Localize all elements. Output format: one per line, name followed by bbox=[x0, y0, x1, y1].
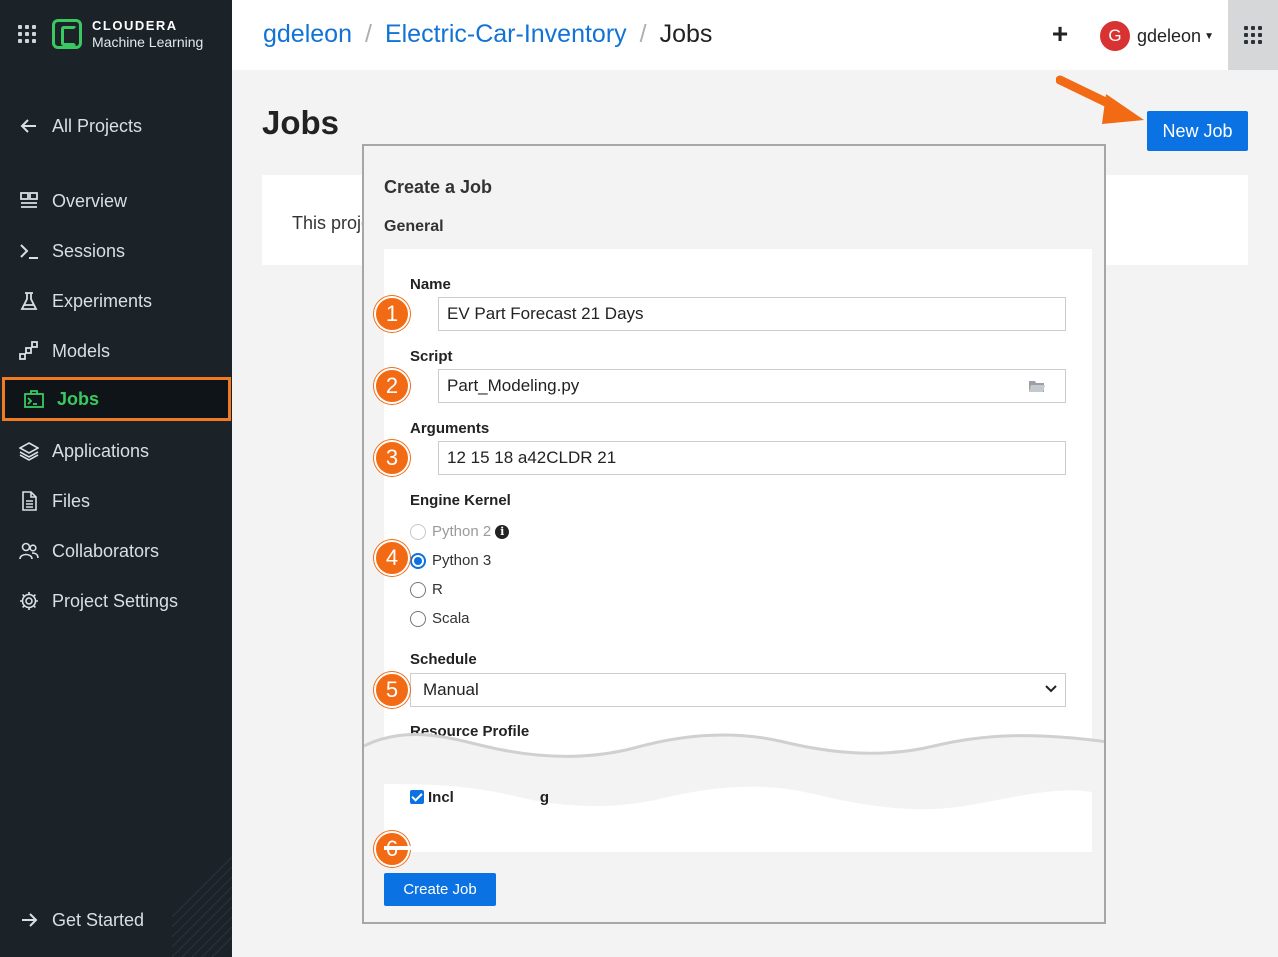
dialog-title: Create a Job bbox=[384, 177, 493, 197]
get-started-link[interactable]: Get Started bbox=[0, 898, 232, 942]
apps-button[interactable] bbox=[1228, 0, 1278, 70]
include-log-checkbox[interactable] bbox=[410, 790, 424, 804]
arguments-label: Arguments bbox=[410, 420, 490, 437]
script-input[interactable]: Part_Modeling.py bbox=[438, 369, 1066, 403]
schedule-label: Schedule bbox=[410, 651, 477, 668]
caret-down-icon: ▼ bbox=[1204, 30, 1214, 42]
brand-name: CLOUDERA bbox=[92, 18, 178, 33]
brand-text: CLOUDERA Machine Learning bbox=[92, 18, 203, 50]
kernel-label: Python 3 bbox=[432, 552, 492, 569]
sidebar-item-label: Experiments bbox=[52, 290, 153, 311]
sidebar-item-collaborators[interactable]: Collaborators bbox=[0, 529, 232, 573]
sidebar-item-label: Collaborators bbox=[52, 540, 160, 561]
info-icon[interactable]: i bbox=[495, 524, 510, 539]
include-log-label: Incl g bbox=[428, 789, 550, 806]
kernel-label: R bbox=[432, 581, 443, 598]
kernel-option-python3[interactable]: Python 3 bbox=[410, 552, 491, 569]
grid-icon bbox=[1244, 26, 1262, 44]
section-title: General bbox=[384, 218, 444, 235]
breadcrumb-project[interactable]: Electric-Car-Inventory bbox=[385, 20, 627, 49]
all-projects-label: All Projects bbox=[52, 115, 143, 136]
arguments-input[interactable]: 12 15 18 a42CLDR 21 bbox=[438, 441, 1066, 475]
script-label: Script bbox=[410, 348, 453, 365]
top-bar: gdeleon / Electric-Car-Inventory / Jobs … bbox=[232, 0, 1278, 70]
sidebar-item-sessions[interactable]: Sessions bbox=[0, 229, 232, 273]
sidebar-item-jobs[interactable]: Jobs bbox=[2, 377, 231, 421]
kernel-option-r[interactable]: R bbox=[410, 581, 443, 598]
app-launcher-icon[interactable] bbox=[18, 25, 36, 43]
sidebar-item-files[interactable]: Files bbox=[0, 479, 232, 523]
callout-badge-2: 2 bbox=[374, 368, 410, 404]
sidebar-item-label: Project Settings bbox=[52, 590, 179, 611]
create-job-dialog: Create a Job General Name EV Part Foreca… bbox=[362, 144, 1106, 924]
radio-button[interactable] bbox=[410, 610, 426, 627]
arrow-right-icon bbox=[18, 909, 40, 931]
breadcrumb-separator: / bbox=[639, 20, 647, 48]
radio-button bbox=[410, 523, 426, 540]
sidebar: CLOUDERA Machine Learning All Projects O… bbox=[0, 0, 232, 957]
sidebar-item-label: Models bbox=[52, 340, 111, 361]
radio-button[interactable] bbox=[410, 552, 426, 569]
arrow-left-icon bbox=[18, 115, 40, 137]
kernel-option-scala[interactable]: Scala bbox=[410, 610, 470, 627]
user-menu[interactable]: G gdeleon ▼ bbox=[1100, 21, 1214, 51]
schedule-select[interactable]: Manual bbox=[410, 673, 1066, 707]
flask-icon bbox=[18, 290, 40, 312]
create-job-button[interactable]: Create Job bbox=[384, 873, 496, 906]
sidebar-item-label: Overview bbox=[52, 190, 128, 211]
sidebar-item-overview[interactable]: Overview bbox=[0, 179, 232, 223]
callout-badge-1: 1 bbox=[374, 296, 410, 332]
gear-icon bbox=[18, 590, 40, 612]
layers-icon bbox=[18, 440, 40, 462]
breadcrumb-current: Jobs bbox=[659, 20, 713, 48]
sidebar-item-applications[interactable]: Applications bbox=[0, 429, 232, 473]
models-icon bbox=[18, 340, 40, 362]
breadcrumb-user[interactable]: gdeleon bbox=[263, 20, 352, 49]
sidebar-item-label: Jobs bbox=[57, 388, 100, 409]
callout-badge-4: 4 bbox=[374, 540, 410, 576]
page-title: Jobs bbox=[262, 104, 340, 141]
name-label: Name bbox=[410, 276, 451, 293]
sidebar-item-project-settings[interactable]: Project Settings bbox=[0, 579, 232, 623]
callout-badge-5: 5 bbox=[374, 672, 410, 708]
breadcrumb: gdeleon / Electric-Car-Inventory / Jobs bbox=[263, 20, 712, 49]
arguments-value: 12 15 18 a42CLDR 21 bbox=[447, 448, 617, 467]
panel-text: This proje bbox=[292, 213, 372, 233]
new-job-button[interactable]: New Job bbox=[1147, 111, 1248, 151]
engine-kernel-label: Engine Kernel bbox=[410, 492, 511, 509]
all-projects-link[interactable]: All Projects bbox=[0, 104, 232, 148]
callout-badge-3: 3 bbox=[374, 440, 410, 476]
form-card-bottom bbox=[384, 846, 1092, 850]
brand-product: Machine Learning bbox=[92, 34, 204, 50]
script-value: Part_Modeling.py bbox=[447, 376, 580, 395]
kernel-label: Scala bbox=[432, 610, 470, 627]
overview-icon bbox=[18, 190, 40, 212]
sidebar-item-models[interactable]: Models bbox=[0, 329, 232, 373]
name-input[interactable]: EV Part Forecast 21 Days bbox=[438, 297, 1066, 331]
sidebar-item-label: Sessions bbox=[52, 240, 126, 261]
user-name: gdeleon bbox=[1137, 25, 1202, 46]
users-icon bbox=[18, 540, 40, 562]
plus-icon[interactable]: + bbox=[1048, 20, 1072, 48]
folder-icon[interactable] bbox=[1029, 380, 1045, 392]
jobs-icon bbox=[23, 388, 45, 410]
brand[interactable]: CLOUDERA Machine Learning bbox=[18, 18, 203, 50]
sidebar-item-label: Applications bbox=[52, 440, 150, 461]
sidebar-item-experiments[interactable]: Experiments bbox=[0, 279, 232, 323]
sidebar-item-label: Files bbox=[52, 490, 91, 511]
file-icon bbox=[18, 490, 40, 512]
radio-button[interactable] bbox=[410, 581, 426, 598]
name-value: EV Part Forecast 21 Days bbox=[447, 304, 644, 323]
schedule-value: Manual bbox=[423, 680, 479, 699]
kernel-label: Python 2 bbox=[432, 523, 492, 540]
avatar: G bbox=[1100, 21, 1130, 51]
breadcrumb-separator: / bbox=[364, 20, 372, 48]
torn-edge bbox=[364, 732, 1104, 836]
kernel-option-python2: Python 2 i bbox=[410, 523, 510, 540]
callout-arrow-icon bbox=[1056, 75, 1144, 124]
chevron-down-icon bbox=[1045, 685, 1057, 693]
cloudera-logo-icon bbox=[52, 19, 82, 49]
terminal-icon bbox=[18, 240, 40, 262]
get-started-label: Get Started bbox=[52, 909, 145, 930]
